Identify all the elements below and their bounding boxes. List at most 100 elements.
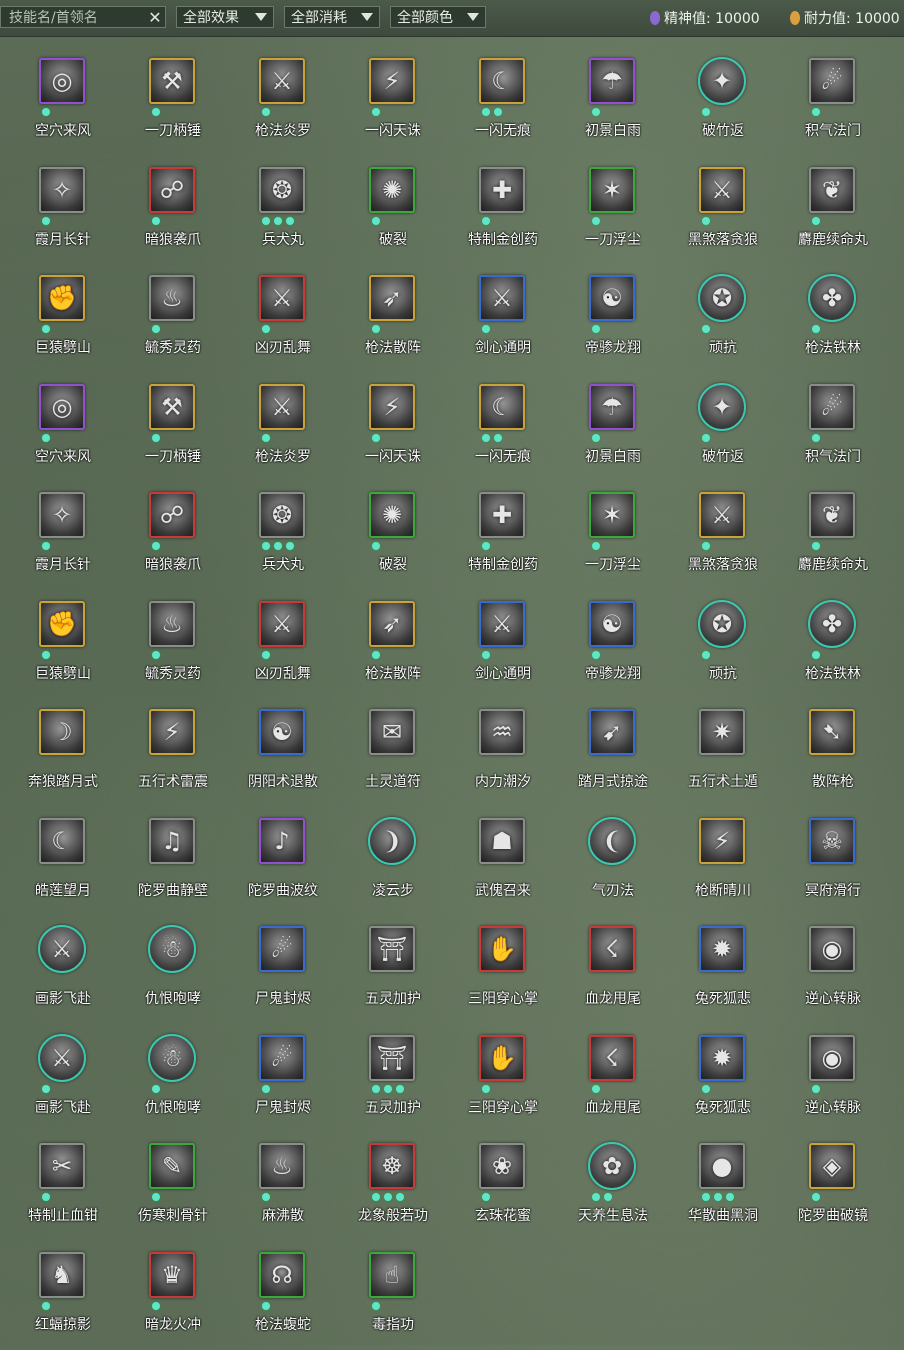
skill-icon[interactable]: ✂ bbox=[39, 1143, 85, 1189]
skill-slot[interactable]: ♛暗龙火冲 bbox=[118, 1242, 228, 1350]
skill-slot[interactable]: ⛩五灵加护 bbox=[338, 1025, 448, 1134]
skill-icon[interactable]: ☗ bbox=[479, 818, 525, 864]
skill-slot[interactable]: ☃仇恨咆哮 bbox=[118, 916, 228, 1025]
skill-slot[interactable]: ◉逆心转脉 bbox=[778, 1025, 888, 1134]
skill-icon[interactable]: ✿ bbox=[588, 1142, 636, 1190]
skill-slot[interactable]: ❨气刃法 bbox=[558, 808, 668, 917]
skill-slot[interactable]: ◎空穴来风 bbox=[8, 48, 118, 157]
skill-slot[interactable]: ✤枪法铁林 bbox=[778, 265, 888, 374]
skill-slot[interactable]: ☄积气法门 bbox=[778, 374, 888, 483]
skill-icon[interactable]: ✤ bbox=[808, 274, 856, 322]
skill-slot[interactable]: ☽奔狼踏月式 bbox=[8, 699, 118, 808]
skill-slot[interactable]: ✋三阳穿心掌 bbox=[448, 1025, 558, 1134]
skill-slot[interactable]: ♨毓秀灵药 bbox=[118, 265, 228, 374]
skill-slot[interactable]: ✶一刀浮尘 bbox=[558, 157, 668, 266]
skill-icon[interactable]: ☄ bbox=[809, 58, 855, 104]
skill-icon[interactable]: ♞ bbox=[39, 1252, 85, 1298]
skill-slot[interactable]: ✺破裂 bbox=[338, 157, 448, 266]
skill-icon[interactable]: ● bbox=[699, 1143, 745, 1189]
skill-slot[interactable]: ❩凌云步 bbox=[338, 808, 448, 917]
skill-slot[interactable]: ❦麝鹿续命丸 bbox=[778, 157, 888, 266]
skill-slot[interactable]: ✧霞月长针 bbox=[8, 482, 118, 591]
skill-slot[interactable]: ⚔剑心通明 bbox=[448, 591, 558, 700]
skill-icon[interactable]: ☃ bbox=[148, 925, 196, 973]
skill-slot[interactable]: ♪陀罗曲波纹 bbox=[228, 808, 338, 917]
skill-slot[interactable]: ⚒一刀柄锤 bbox=[118, 374, 228, 483]
skill-icon[interactable]: ⚡ bbox=[369, 384, 415, 430]
skill-slot[interactable]: ♫陀罗曲静壁 bbox=[118, 808, 228, 917]
skill-icon[interactable]: ✋ bbox=[479, 1035, 525, 1081]
skill-icon[interactable]: ➶ bbox=[369, 275, 415, 321]
skill-icon[interactable]: ☄ bbox=[809, 384, 855, 430]
skill-slot[interactable]: ⚡一闪天诛 bbox=[338, 48, 448, 157]
skill-slot[interactable]: ✤枪法铁林 bbox=[778, 591, 888, 700]
skill-slot[interactable]: ✦破竹返 bbox=[668, 48, 778, 157]
skill-icon[interactable]: ⚔ bbox=[38, 1034, 86, 1082]
skill-icon[interactable]: ⛩ bbox=[369, 926, 415, 972]
skill-slot[interactable]: ✪顽抗 bbox=[668, 265, 778, 374]
skill-icon[interactable]: ☯ bbox=[589, 601, 635, 647]
skill-icon[interactable]: ☄ bbox=[259, 926, 305, 972]
skill-slot[interactable]: ✊巨猿劈山 bbox=[8, 591, 118, 700]
skill-icon[interactable]: ➶ bbox=[369, 601, 415, 647]
skill-icon[interactable]: ➹ bbox=[589, 709, 635, 755]
skill-slot[interactable]: ✋三阳穿心掌 bbox=[448, 916, 558, 1025]
skill-icon[interactable]: ❀ bbox=[479, 1143, 525, 1189]
skill-slot[interactable]: ♨毓秀灵药 bbox=[118, 591, 228, 700]
skill-slot[interactable]: ☗武傀召来 bbox=[448, 808, 558, 917]
skill-slot[interactable]: ◉逆心转脉 bbox=[778, 916, 888, 1025]
skill-icon[interactable]: ⚔ bbox=[259, 601, 305, 647]
skill-slot[interactable]: ➶枪法散阵 bbox=[338, 265, 448, 374]
skill-slot[interactable]: ✉土灵道符 bbox=[338, 699, 448, 808]
skill-slot[interactable]: ☄积气法门 bbox=[778, 48, 888, 157]
skill-slot[interactable]: ♨麻沸散 bbox=[228, 1133, 338, 1242]
effect-filter-dropdown[interactable]: 全部效果 bbox=[176, 6, 274, 28]
skill-slot[interactable]: ☄尸鬼封烬 bbox=[228, 916, 338, 1025]
skill-slot[interactable]: ♒内力潮汐 bbox=[448, 699, 558, 808]
skill-icon[interactable]: ✦ bbox=[698, 383, 746, 431]
skill-icon[interactable]: ◉ bbox=[809, 1035, 855, 1081]
skill-icon[interactable]: ♨ bbox=[149, 275, 195, 321]
skill-icon[interactable]: ☾ bbox=[479, 384, 525, 430]
skill-icon[interactable]: ☸ bbox=[369, 1143, 415, 1189]
skill-icon[interactable]: ✤ bbox=[808, 600, 856, 648]
skill-slot[interactable]: ✹兔死狐悲 bbox=[668, 1025, 778, 1134]
skill-icon[interactable]: ♪ bbox=[259, 818, 305, 864]
skill-icon[interactable]: ⚡ bbox=[699, 818, 745, 864]
skill-slot[interactable]: ✚特制金创药 bbox=[448, 482, 558, 591]
skill-slot[interactable]: ♞红蝠掠影 bbox=[8, 1242, 118, 1350]
skill-icon[interactable]: ☄ bbox=[259, 1035, 305, 1081]
skill-slot[interactable]: ✦破竹返 bbox=[668, 374, 778, 483]
skill-slot[interactable]: ⚡一闪天诛 bbox=[338, 374, 448, 483]
skill-slot[interactable]: ●华散曲黑洞 bbox=[668, 1133, 778, 1242]
skill-slot[interactable]: ❦麝鹿续命丸 bbox=[778, 482, 888, 591]
skill-slot[interactable]: ☾一闪无痕 bbox=[448, 374, 558, 483]
skill-icon[interactable]: ✶ bbox=[589, 167, 635, 213]
skill-icon[interactable]: ◉ bbox=[809, 926, 855, 972]
skill-slot[interactable]: ⚔黑煞落贪狼 bbox=[668, 482, 778, 591]
skill-icon[interactable]: ✺ bbox=[369, 492, 415, 538]
skill-icon[interactable]: ➷ bbox=[809, 709, 855, 755]
skill-slot[interactable]: ⚡五行术雷震 bbox=[118, 699, 228, 808]
skill-icon[interactable]: ✦ bbox=[698, 57, 746, 105]
skill-slot[interactable]: ✿天养生息法 bbox=[558, 1133, 668, 1242]
skill-icon[interactable]: ⚔ bbox=[259, 58, 305, 104]
skill-slot[interactable]: ⚔凶刃乱舞 bbox=[228, 591, 338, 700]
skill-icon[interactable]: ⚔ bbox=[699, 492, 745, 538]
skill-slot[interactable]: ❀玄珠花蜜 bbox=[448, 1133, 558, 1242]
skill-slot[interactable]: ➶枪法散阵 bbox=[338, 591, 448, 700]
skill-icon[interactable]: ❩ bbox=[368, 817, 416, 865]
skill-icon[interactable]: ✷ bbox=[699, 709, 745, 755]
skill-slot[interactable]: ☾皓莲望月 bbox=[8, 808, 118, 917]
skill-icon[interactable]: ⛩ bbox=[369, 1035, 415, 1081]
skill-slot[interactable]: ☇血龙甩尾 bbox=[558, 916, 668, 1025]
skill-icon[interactable]: ☃ bbox=[148, 1034, 196, 1082]
skill-icon[interactable]: ☍ bbox=[149, 167, 195, 213]
skill-icon[interactable]: ☯ bbox=[589, 275, 635, 321]
skill-slot[interactable]: ⚔枪法炎罗 bbox=[228, 48, 338, 157]
skill-icon[interactable]: ☯ bbox=[259, 709, 305, 755]
skill-slot[interactable]: ⚔画影飞赴 bbox=[8, 916, 118, 1025]
skill-icon[interactable]: ✊ bbox=[39, 275, 85, 321]
color-filter-dropdown[interactable]: 全部颜色 bbox=[390, 6, 486, 28]
skill-icon[interactable]: ☇ bbox=[589, 1035, 635, 1081]
